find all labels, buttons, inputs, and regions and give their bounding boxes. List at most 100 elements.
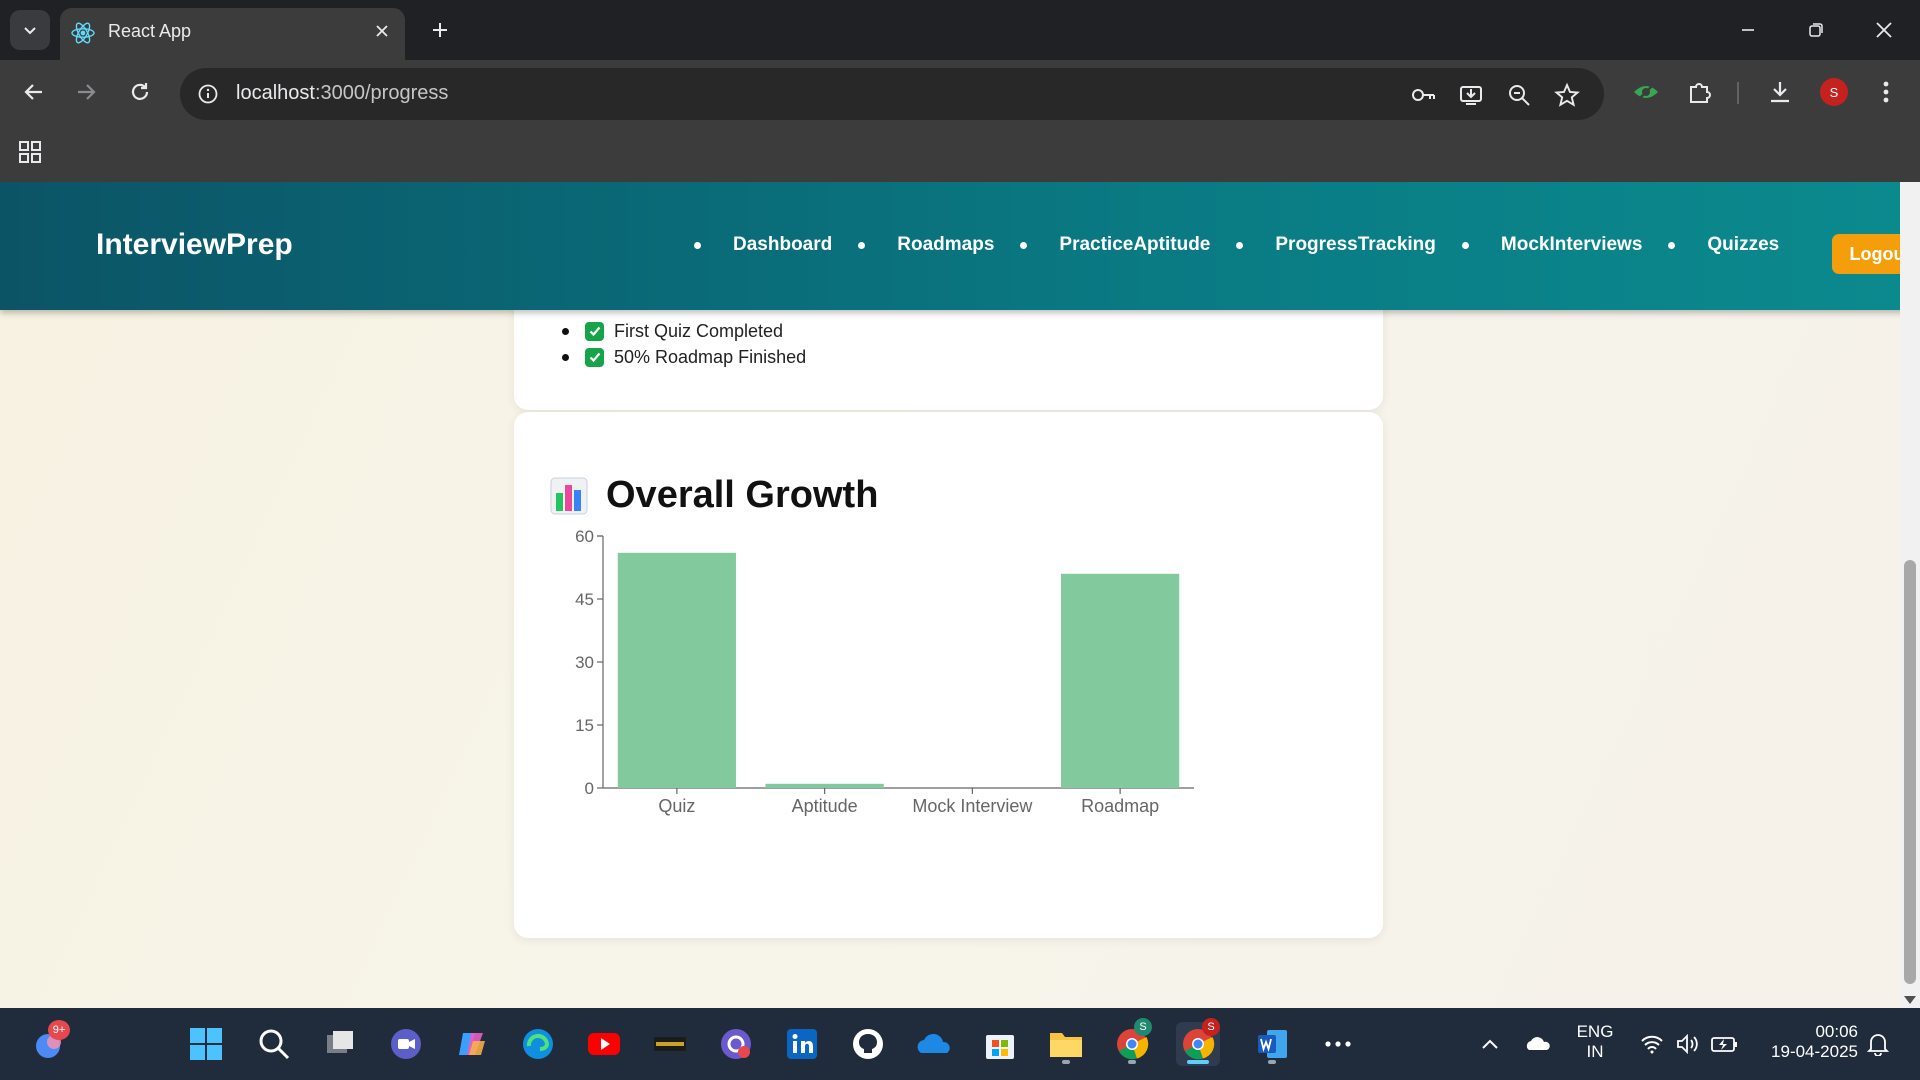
chevron-down-icon <box>24 27 36 35</box>
bar <box>765 783 884 788</box>
store-icon <box>986 1035 1014 1059</box>
taskbar-chrome-app[interactable]: S <box>1110 1018 1154 1066</box>
nav-item-mock-interviews[interactable]: MockInterviews <box>1458 234 1665 256</box>
x-tick-label: Mock Interview <box>912 796 1033 816</box>
zoom-icon[interactable] <box>1504 80 1534 110</box>
extension-eye-icon[interactable] <box>1630 76 1662 108</box>
youtube-icon <box>588 1033 620 1055</box>
tab-close-button[interactable] <box>369 18 395 44</box>
running-indicator <box>1062 1060 1070 1064</box>
forward-button[interactable] <box>68 74 104 110</box>
install-app-icon[interactable] <box>1456 80 1486 110</box>
tab-search-button[interactable] <box>10 10 50 50</box>
taskbar-explorer-app[interactable] <box>1044 1022 1088 1066</box>
taskbar-github-app[interactable] <box>846 1022 890 1066</box>
nav-item-label: Quizzes <box>1707 234 1780 255</box>
notification-badge: 9+ <box>48 1020 70 1040</box>
battery-button[interactable] <box>1702 1022 1746 1066</box>
checkmark-icon <box>585 321 604 341</box>
nav-item-practice-aptitude[interactable]: PracticeAptitude <box>1016 234 1232 256</box>
nav-item-roadmaps[interactable]: Roadmaps <box>854 234 1016 256</box>
reload-icon <box>131 83 149 100</box>
taskbar-college-app[interactable] <box>648 1022 692 1066</box>
taskbar-overflow-button[interactable] <box>1316 1022 1360 1066</box>
taskbar-chrome-app-active[interactable]: S <box>1176 1018 1220 1066</box>
back-button[interactable] <box>16 74 52 110</box>
bullet-icon <box>858 241 866 249</box>
nav-item-label: Dashboard <box>733 234 833 255</box>
extensions-puzzle-icon[interactable] <box>1684 76 1716 108</box>
close-window-button[interactable] <box>1862 10 1906 50</box>
taskbar-onedrive-app[interactable] <box>912 1022 956 1066</box>
taskbar-store-app[interactable] <box>978 1022 1022 1066</box>
arrow-right-icon <box>78 84 96 100</box>
url-text: localhost:3000/progress <box>236 82 448 105</box>
search-button[interactable] <box>252 1022 296 1066</box>
bullet-icon <box>562 327 569 335</box>
url-path: :3000/progress <box>314 82 449 104</box>
language-indicator[interactable]: ENG IN <box>1570 1022 1620 1062</box>
taskbar-edge-app[interactable] <box>516 1022 560 1066</box>
bullet-icon <box>1020 241 1028 249</box>
notifications-button[interactable] <box>1856 1022 1900 1066</box>
college-logo-icon <box>654 1037 686 1051</box>
taskbar-linkedin-app[interactable] <box>780 1022 824 1066</box>
bookmark-star-icon[interactable] <box>1552 80 1582 110</box>
address-bar[interactable]: localhost:3000/progress <box>180 68 1604 120</box>
taskbar-media-app[interactable] <box>714 1022 758 1066</box>
widgets-button[interactable]: 9+ <box>28 1020 72 1066</box>
url-host: localhost <box>236 82 315 104</box>
new-tab-button[interactable] <box>424 14 456 46</box>
taskbar-meet-app[interactable] <box>384 1022 428 1066</box>
nav-item-dashboard[interactable]: Dashboard <box>690 234 854 256</box>
cloud-icon <box>1526 1037 1550 1050</box>
nav-item-quizzes[interactable]: Quizzes <box>1664 234 1801 256</box>
scrollbar-thumb[interactable] <box>1904 560 1916 984</box>
kebab-menu-icon[interactable] <box>1870 76 1902 108</box>
onedrive-tray-button[interactable] <box>1516 1022 1560 1066</box>
reload-button[interactable] <box>122 74 158 110</box>
task-view-button[interactable] <box>318 1022 362 1066</box>
restore-button[interactable] <box>1794 10 1838 50</box>
bar <box>1061 573 1180 788</box>
bookmarks-bar <box>0 122 1920 182</box>
show-hidden-icons-button[interactable] <box>1468 1022 1512 1066</box>
y-tick-label: 45 <box>575 590 594 609</box>
y-tick-label: 15 <box>575 716 594 735</box>
wifi-icon <box>1641 1035 1663 1054</box>
profile-avatar[interactable]: S <box>1820 78 1848 106</box>
profile-badge: S <box>1202 1018 1220 1036</box>
page-viewport: First Quiz Completed 50% Roadmap Finishe… <box>0 182 1920 1008</box>
bullet-icon <box>694 241 701 249</box>
password-key-icon[interactable] <box>1408 80 1438 110</box>
video-call-icon <box>391 1029 421 1059</box>
task-view-icon <box>327 1031 353 1053</box>
clock[interactable]: 00:06 19-04-2025 <box>1752 1022 1858 1062</box>
toolbar-separator <box>1737 82 1739 104</box>
start-button[interactable] <box>184 1022 228 1066</box>
folder-icon <box>1050 1033 1082 1057</box>
downloads-icon[interactable] <box>1764 76 1796 108</box>
edge-icon <box>523 1029 553 1059</box>
browser-tab[interactable]: React App <box>60 8 405 60</box>
windows-taskbar: 9+ S S ENG IN 00:06 19-04-2025 <box>0 1008 1920 1080</box>
word-icon <box>1258 1030 1287 1058</box>
scroll-down-arrow-icon[interactable] <box>1904 996 1916 1004</box>
nav-item-label: Roadmaps <box>897 234 995 255</box>
y-tick-label: 0 <box>585 779 594 798</box>
taskbar-word-app[interactable] <box>1250 1022 1294 1066</box>
minimize-button[interactable] <box>1726 10 1770 50</box>
browser-toolbar: localhost:3000/progress S <box>0 60 1920 122</box>
page-scrollbar[interactable] <box>1900 182 1920 1008</box>
nav-item-label: ProgressTracking <box>1275 234 1436 255</box>
nav-item-progress-tracking[interactable]: ProgressTracking <box>1232 234 1458 256</box>
list-item: 50% Roadmap Finished <box>562 344 806 370</box>
taskbar-youtube-app[interactable] <box>582 1022 626 1066</box>
site-info-icon[interactable] <box>194 80 222 108</box>
x-tick-label: Quiz <box>658 796 695 816</box>
bullet-icon <box>1236 241 1244 249</box>
apps-grid-icon[interactable] <box>14 136 46 168</box>
brand-logo[interactable]: InterviewPrep <box>96 228 293 262</box>
taskbar-copilot-app[interactable] <box>450 1022 494 1066</box>
growth-bar-chart: 0 15 30 45 60 Quiz Aptitude Mock Interview Roadm… <box>575 527 1194 816</box>
